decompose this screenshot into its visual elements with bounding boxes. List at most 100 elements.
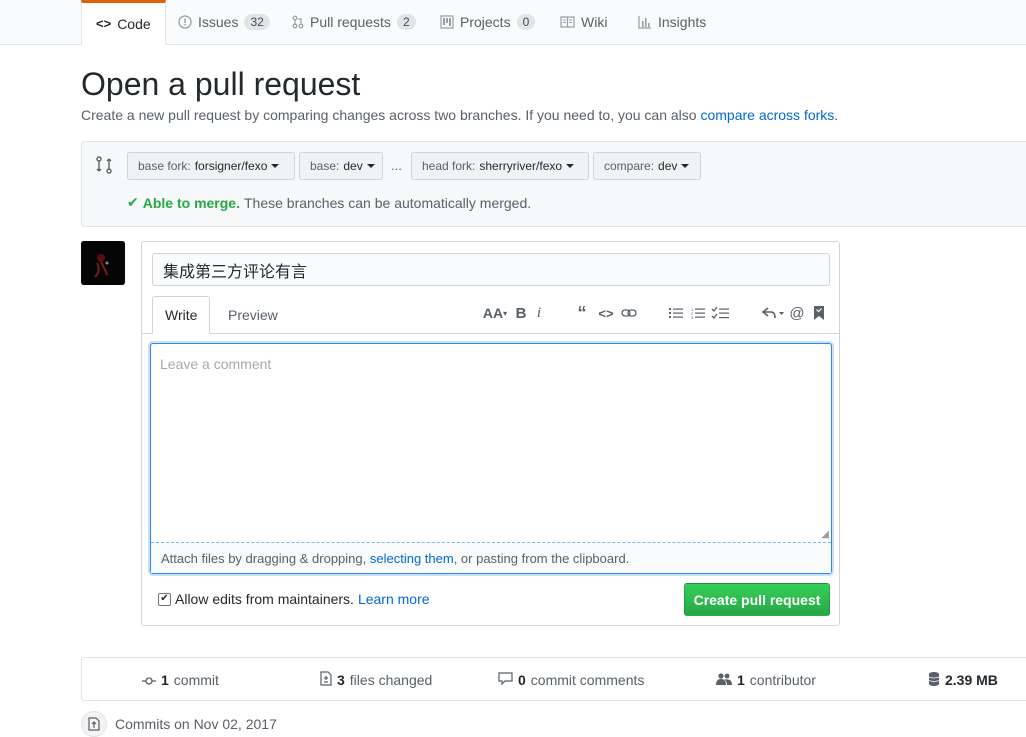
commits-date-label: Commits on Nov 02, 2017 — [115, 716, 277, 732]
repo-nav: <> Code Issues 32 Pull requests 2 Projec… — [0, 0, 1026, 45]
text-size-icon[interactable]: AA ▾ — [480, 302, 510, 324]
subtitle-end: . — [834, 107, 839, 123]
check-icon: ✔ — [127, 194, 139, 210]
tab-write[interactable]: Write — [152, 296, 211, 334]
commits-label: commit — [173, 672, 219, 688]
head-fork-value: sherryriver/fexo — [479, 159, 563, 173]
caret-down-icon — [366, 164, 375, 168]
book-icon — [560, 16, 575, 28]
select-files-link[interactable]: selecting them — [370, 551, 454, 566]
title-input[interactable]: 集成第三方评论有言 — [152, 253, 830, 286]
tab-label: Issues — [198, 14, 239, 30]
head-fork-label: head fork: — [422, 159, 476, 173]
compare-box: base fork: forsigner/fexo base: dev ... … — [81, 141, 1026, 227]
merge-status-label: Able to merge. — [142, 194, 240, 211]
mention-icon[interactable]: @ — [789, 302, 805, 324]
database-icon — [928, 671, 940, 689]
comment-icon — [498, 671, 513, 689]
file-dropzone[interactable]: Attach files by dragging & dropping, sel… — [151, 542, 831, 573]
base-branch-select[interactable]: base: dev — [299, 152, 383, 180]
commits-stat[interactable]: 1 commit — [142, 658, 219, 702]
tab-label: Pull requests — [310, 14, 391, 30]
avatar[interactable] — [81, 241, 125, 285]
commits-date-header: Commits on Nov 02, 2017 — [81, 711, 277, 737]
tab-pull-requests[interactable]: Pull requests 2 — [292, 0, 416, 44]
base-label: base: — [310, 159, 340, 173]
tab-label: Wiki — [581, 14, 608, 30]
pr-counter: 2 — [396, 14, 416, 30]
allow-edits-checkbox[interactable]: ✔ — [158, 592, 171, 606]
tab-label: Code — [117, 15, 151, 32]
file-diff-icon — [320, 671, 332, 689]
tab-code[interactable]: <> Code — [81, 0, 166, 45]
comments-label: commit comments — [530, 672, 645, 688]
compare-label: compare: — [604, 159, 655, 173]
merge-status-detail: These branches can be automatically merg… — [243, 194, 532, 211]
comments-stat[interactable]: 0 commit comments — [498, 658, 644, 702]
reply-icon[interactable] — [760, 302, 786, 324]
attach-text: Attach files by dragging & dropping, — [161, 550, 367, 566]
bookmark-icon[interactable] — [812, 302, 826, 324]
merge-status: ✔ Able to merge. These branches can be a… — [127, 194, 531, 211]
contributors-count: 1 — [737, 672, 745, 688]
people-icon — [716, 672, 732, 689]
tab-label: Projects — [460, 14, 511, 30]
page-subtitle: Create a new pull request by comparing c… — [81, 107, 838, 123]
projects-counter: 0 — [516, 14, 536, 30]
compare-value: dev — [658, 159, 678, 173]
allow-edits-row: ✔ Allow edits from maintainers. Learn mo… — [158, 591, 430, 607]
commit-date-icon — [81, 711, 107, 737]
compare-arrows-icon — [96, 156, 112, 177]
compare-stats: 1 commit 3 files changed 0 commit commen… — [81, 657, 1026, 701]
contributors-label: contributor — [749, 672, 816, 688]
bold-icon[interactable]: B — [514, 302, 528, 324]
italic-icon[interactable]: i — [532, 302, 546, 324]
learn-more-link[interactable]: Learn more — [358, 591, 430, 607]
base-fork-label: base fork: — [138, 159, 191, 173]
code-icon[interactable]: <> — [598, 302, 614, 324]
tab-projects[interactable]: Projects 0 — [440, 0, 536, 44]
subtitle-text: Create a new pull request by comparing c… — [81, 107, 697, 123]
comments-count: 0 — [518, 672, 526, 688]
unordered-list-icon[interactable] — [668, 302, 684, 324]
commits-count: 1 — [161, 672, 169, 688]
issue-icon — [178, 15, 192, 29]
caret-down-icon — [566, 164, 575, 168]
repo-size: 2.39 MB — [945, 672, 998, 688]
caret-down-icon — [271, 164, 280, 168]
create-pull-request-button[interactable]: Create pull request — [684, 583, 830, 616]
compare-forks-link[interactable]: compare across forks — [700, 107, 834, 123]
files-label: files changed — [349, 672, 433, 688]
head-fork-select[interactable]: head fork: sherryriver/fexo — [411, 152, 589, 180]
compare-branch-select[interactable]: compare: dev — [593, 152, 701, 180]
allow-edits-label: Allow edits from maintainers. — [175, 591, 354, 607]
quote-icon[interactable]: “ — [574, 302, 590, 324]
comment-textarea[interactable]: Leave a comment ◢ Attach files by draggi… — [150, 343, 832, 574]
link-icon[interactable] — [620, 302, 638, 324]
graph-icon — [638, 15, 652, 29]
commit-icon — [142, 672, 156, 688]
size-stat: 2.39 MB — [928, 658, 998, 702]
tab-label: Insights — [658, 14, 707, 30]
attach-text-end: , or pasting from the clipboard. — [453, 550, 630, 566]
ordered-list-icon[interactable]: 123 — [690, 302, 706, 324]
tab-preview[interactable]: Preview — [216, 296, 290, 333]
task-list-icon[interactable] — [710, 302, 730, 324]
base-fork-select[interactable]: base fork: forsigner/fexo — [127, 152, 295, 180]
comment-placeholder: Leave a comment — [160, 356, 272, 372]
base-value: dev — [343, 159, 363, 173]
files-stat[interactable]: 3 files changed — [320, 658, 432, 702]
project-icon — [440, 15, 454, 29]
issues-counter: 32 — [244, 14, 270, 30]
tab-issues[interactable]: Issues 32 — [178, 0, 270, 44]
resize-handle-icon[interactable]: ◢ — [821, 529, 829, 540]
svg-text:3: 3 — [691, 315, 694, 319]
tab-wiki[interactable]: Wiki — [560, 0, 607, 44]
base-fork-value: forsigner/fexo — [194, 159, 268, 173]
pull-request-icon — [292, 15, 304, 29]
code-icon: <> — [96, 16, 112, 31]
ellipsis-separator: ... — [391, 158, 402, 173]
tab-insights[interactable]: Insights — [638, 0, 706, 44]
contributors-stat[interactable]: 1 contributor — [716, 658, 816, 702]
page-title: Open a pull request — [81, 66, 361, 102]
